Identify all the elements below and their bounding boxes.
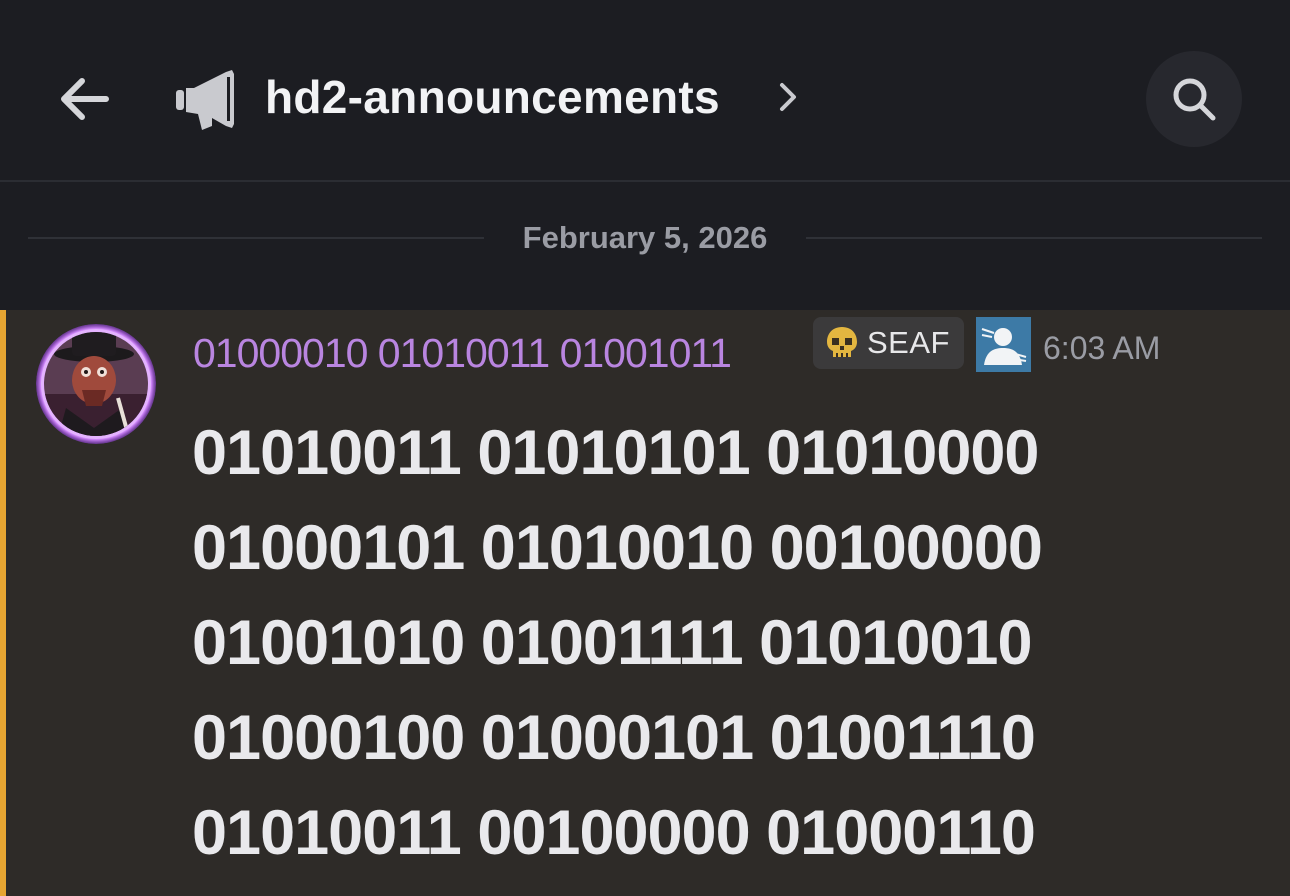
search-icon <box>1173 78 1216 121</box>
message-item[interactable]: 01000010 01010011 01001011 SEAF 6:03 AM … <box>0 310 1290 896</box>
date-label: February 5, 2026 <box>522 220 768 255</box>
message-author[interactable]: 01000010 01010011 01001011 <box>193 322 732 384</box>
arrow-left-icon <box>61 78 109 120</box>
skull-icon <box>827 327 857 357</box>
message-line: 01000100 01000101 01001110 <box>192 703 1036 773</box>
guild-tag-label: SEAF <box>867 325 950 360</box>
date-divider: February 5, 2026 <box>0 182 1290 310</box>
message-line: 01010011 01010101 01010000 <box>192 418 1039 488</box>
message-timestamp: 6:03 AM <box>1043 330 1161 366</box>
message-content: 01010011 01010101 01010000 01000101 0101… <box>192 406 1272 881</box>
mention-highlight-bar <box>0 310 6 896</box>
message-line: 01001010 01001111 01010010 <box>192 608 1032 678</box>
role-badge-icon[interactable] <box>976 317 1031 372</box>
chevron-right-icon[interactable] <box>776 80 800 114</box>
channel-header: hd2-announcements <box>0 0 1290 182</box>
divider-line-left <box>28 237 484 239</box>
avatar[interactable] <box>36 324 156 444</box>
channel-name[interactable]: hd2-announcements <box>265 64 720 130</box>
guild-tag-badge[interactable]: SEAF <box>813 317 964 369</box>
back-button[interactable] <box>48 66 120 132</box>
divider-line-right <box>806 237 1262 239</box>
message-line: 01000101 01010010 00100000 <box>192 513 1043 583</box>
search-button[interactable] <box>1146 51 1242 147</box>
message-line: 01010011 00100000 01000110 <box>192 798 1036 868</box>
megaphone-icon <box>176 70 234 130</box>
